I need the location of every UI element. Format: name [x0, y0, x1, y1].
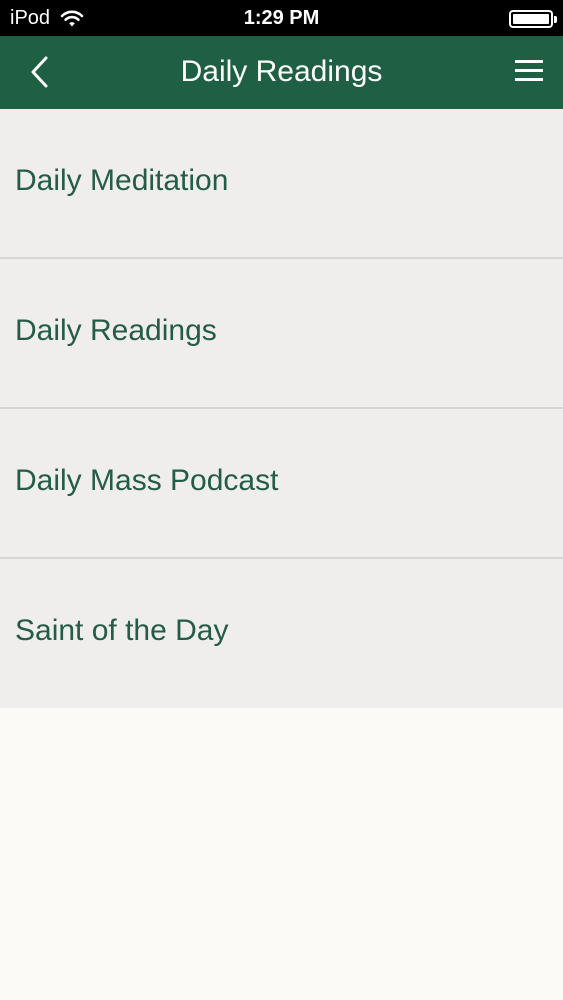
status-time: 1:29 PM	[243, 7, 320, 29]
list-item-label: Saint of the Day	[15, 614, 229, 647]
page-title: Daily Readings	[180, 55, 383, 88]
menu-list: Daily Meditation Daily Readings Daily Ma…	[0, 109, 563, 708]
battery-icon	[509, 10, 557, 28]
list-item-daily-meditation[interactable]: Daily Meditation	[0, 109, 563, 259]
list-item-daily-readings[interactable]: Daily Readings	[0, 259, 563, 409]
list-item-label: Daily Readings	[15, 314, 217, 347]
nav-bar: Daily Readings	[0, 36, 563, 109]
status-bar: iPod 1:29 PM	[0, 0, 563, 36]
list-item-saint-of-the-day[interactable]: Saint of the Day	[0, 559, 563, 709]
hamburger-menu-icon[interactable]	[509, 54, 549, 90]
list-item-daily-mass-podcast[interactable]: Daily Mass Podcast	[0, 409, 563, 559]
list-item-label: Daily Meditation	[15, 164, 229, 197]
list-item-label: Daily Mass Podcast	[15, 464, 279, 497]
